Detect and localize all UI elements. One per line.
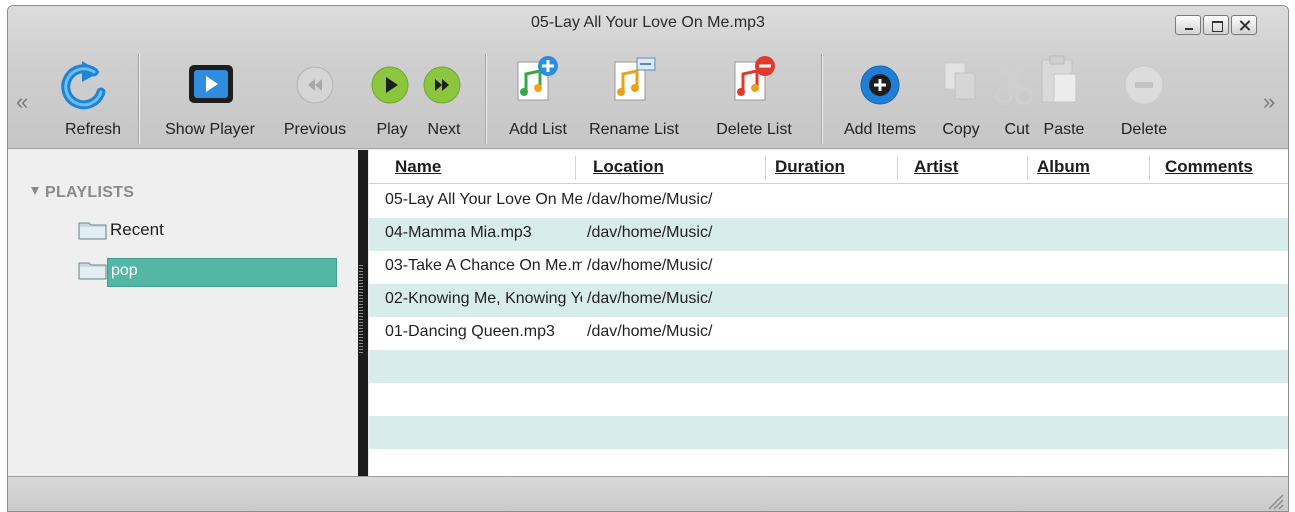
column-divider[interactable]: [1027, 156, 1028, 180]
cell-name: 05-Lay All Your Love On Me.mp3: [385, 191, 582, 208]
rename-list-button[interactable]: [611, 54, 659, 109]
playlist-item-label: Recent: [110, 220, 164, 239]
delete-list-icon: [734, 56, 775, 101]
cell-name: 02-Knowing Me, Knowing You.mp3: [385, 290, 582, 307]
play-button[interactable]: [371, 66, 409, 109]
empty-row: [369, 383, 1288, 416]
toolbar-separator: [485, 54, 486, 144]
delete-label: Delete: [1120, 121, 1168, 138]
cell-name: 01-Dancing Queen.mp3: [385, 323, 555, 340]
column-header-comments[interactable]: Comments: [1165, 157, 1253, 177]
refresh-label: Refresh: [64, 121, 122, 138]
table-row[interactable]: 04-Mamma Mia.mp3 /dav/home/Music/: [369, 218, 1288, 251]
add-list-label: Add List: [509, 121, 567, 138]
cell-name: 04-Mamma Mia.mp3: [385, 224, 532, 241]
close-button[interactable]: [1231, 15, 1257, 35]
next-label: Next: [427, 121, 461, 138]
play-label: Play: [376, 121, 408, 138]
cell-location: /dav/home/Music/: [587, 224, 713, 241]
column-header-location[interactable]: Location: [593, 157, 664, 177]
empty-row: [369, 416, 1288, 449]
play-icon: [371, 66, 409, 104]
column-divider[interactable]: [575, 156, 576, 180]
media-player-window: 05-Lay All Your Love On Me.mp3 « » Refre…: [7, 5, 1289, 512]
toolbar-separator: [821, 54, 822, 144]
column-divider[interactable]: [1149, 156, 1150, 180]
window-title: 05-Lay All Your Love On Me.mp3: [531, 14, 765, 31]
add-items-label: Add Items: [843, 121, 917, 138]
cut-button[interactable]: [992, 56, 1036, 111]
pane-splitter[interactable]: [358, 150, 368, 476]
column-header-duration[interactable]: Duration: [775, 157, 845, 177]
paste-button[interactable]: [1038, 54, 1082, 113]
add-items-icon: [860, 65, 900, 105]
resize-grip-icon[interactable]: [1266, 492, 1284, 510]
next-icon: [423, 66, 461, 104]
previous-button[interactable]: [296, 66, 334, 109]
copy-icon: [944, 62, 976, 100]
table-row[interactable]: 02-Knowing Me, Knowing You.mp3 /dav/home…: [369, 284, 1288, 317]
copy-label: Copy: [942, 121, 980, 138]
cut-label: Cut: [1004, 121, 1030, 138]
show-player-label: Show Player: [165, 121, 255, 138]
cut-icon: [995, 58, 1033, 105]
paste-label: Paste: [1043, 121, 1085, 138]
minimize-button[interactable]: [1175, 15, 1201, 35]
show-player-button[interactable]: [188, 64, 234, 109]
refresh-button[interactable]: [60, 58, 110, 119]
delete-button[interactable]: [1123, 64, 1165, 111]
cell-location: /dav/home/Music/: [587, 290, 713, 307]
show-player-icon: [189, 65, 233, 103]
cell-name: 03-Take A Chance On Me.mp3: [385, 257, 582, 274]
maximize-button[interactable]: [1203, 15, 1229, 35]
cell-location: /dav/home/Music/: [587, 323, 713, 340]
playlists-header[interactable]: PLAYLISTS: [31, 184, 134, 202]
selection-highlight: [107, 258, 337, 287]
playlist-item-label: pop: [111, 262, 138, 279]
add-items-button[interactable]: [859, 64, 901, 111]
empty-row: [369, 350, 1288, 383]
rename-list-icon: [614, 57, 656, 101]
delete-icon: [1124, 65, 1164, 105]
toolbar-area: 05-Lay All Your Love On Me.mp3 « » Refre…: [8, 6, 1288, 149]
add-list-button[interactable]: [514, 54, 562, 109]
table-header: Name Location Duration Artist Album Comm…: [369, 150, 1288, 184]
toolbar-scroll-right-button[interactable]: »: [1263, 89, 1275, 115]
column-header-album[interactable]: Album: [1037, 157, 1090, 177]
rename-list-label: Rename List: [589, 121, 679, 138]
previous-label: Previous: [283, 121, 347, 138]
column-divider[interactable]: [897, 156, 898, 180]
paste-icon: [1041, 55, 1077, 103]
playlist-item-recent[interactable]: Recent: [78, 218, 278, 244]
folder-icon: [78, 222, 107, 240]
toolbar-scroll-left-button[interactable]: «: [16, 89, 28, 115]
table-row[interactable]: 05-Lay All Your Love On Me.mp3 /dav/home…: [369, 185, 1288, 218]
column-header-name[interactable]: Name: [395, 157, 441, 177]
cell-location: /dav/home/Music/: [587, 257, 713, 274]
empty-row: [369, 449, 1288, 476]
next-button[interactable]: [423, 66, 461, 109]
collapse-triangle-icon: [31, 187, 39, 195]
playlist-item-pop[interactable]: pop: [78, 258, 344, 287]
track-table: Name Location Duration Artist Album Comm…: [369, 150, 1288, 476]
copy-button[interactable]: [941, 59, 981, 108]
playlist-sidebar: PLAYLISTS Recent pop: [8, 150, 358, 476]
delete-list-button[interactable]: [731, 54, 779, 109]
cell-location: /dav/home/Music/: [587, 191, 713, 208]
status-bar: [8, 476, 1288, 511]
add-list-icon: [517, 56, 558, 101]
playlists-header-label: PLAYLISTS: [45, 184, 135, 201]
folder-icon: [78, 262, 107, 280]
delete-list-label: Delete List: [716, 121, 792, 138]
toolbar-separator: [138, 54, 139, 144]
refresh-icon: [61, 61, 106, 110]
column-divider[interactable]: [765, 156, 766, 180]
column-header-artist[interactable]: Artist: [914, 157, 958, 177]
previous-icon: [296, 66, 334, 104]
table-row[interactable]: 01-Dancing Queen.mp3 /dav/home/Music/: [369, 317, 1288, 350]
table-row[interactable]: 03-Take A Chance On Me.mp3 /dav/home/Mus…: [369, 251, 1288, 284]
